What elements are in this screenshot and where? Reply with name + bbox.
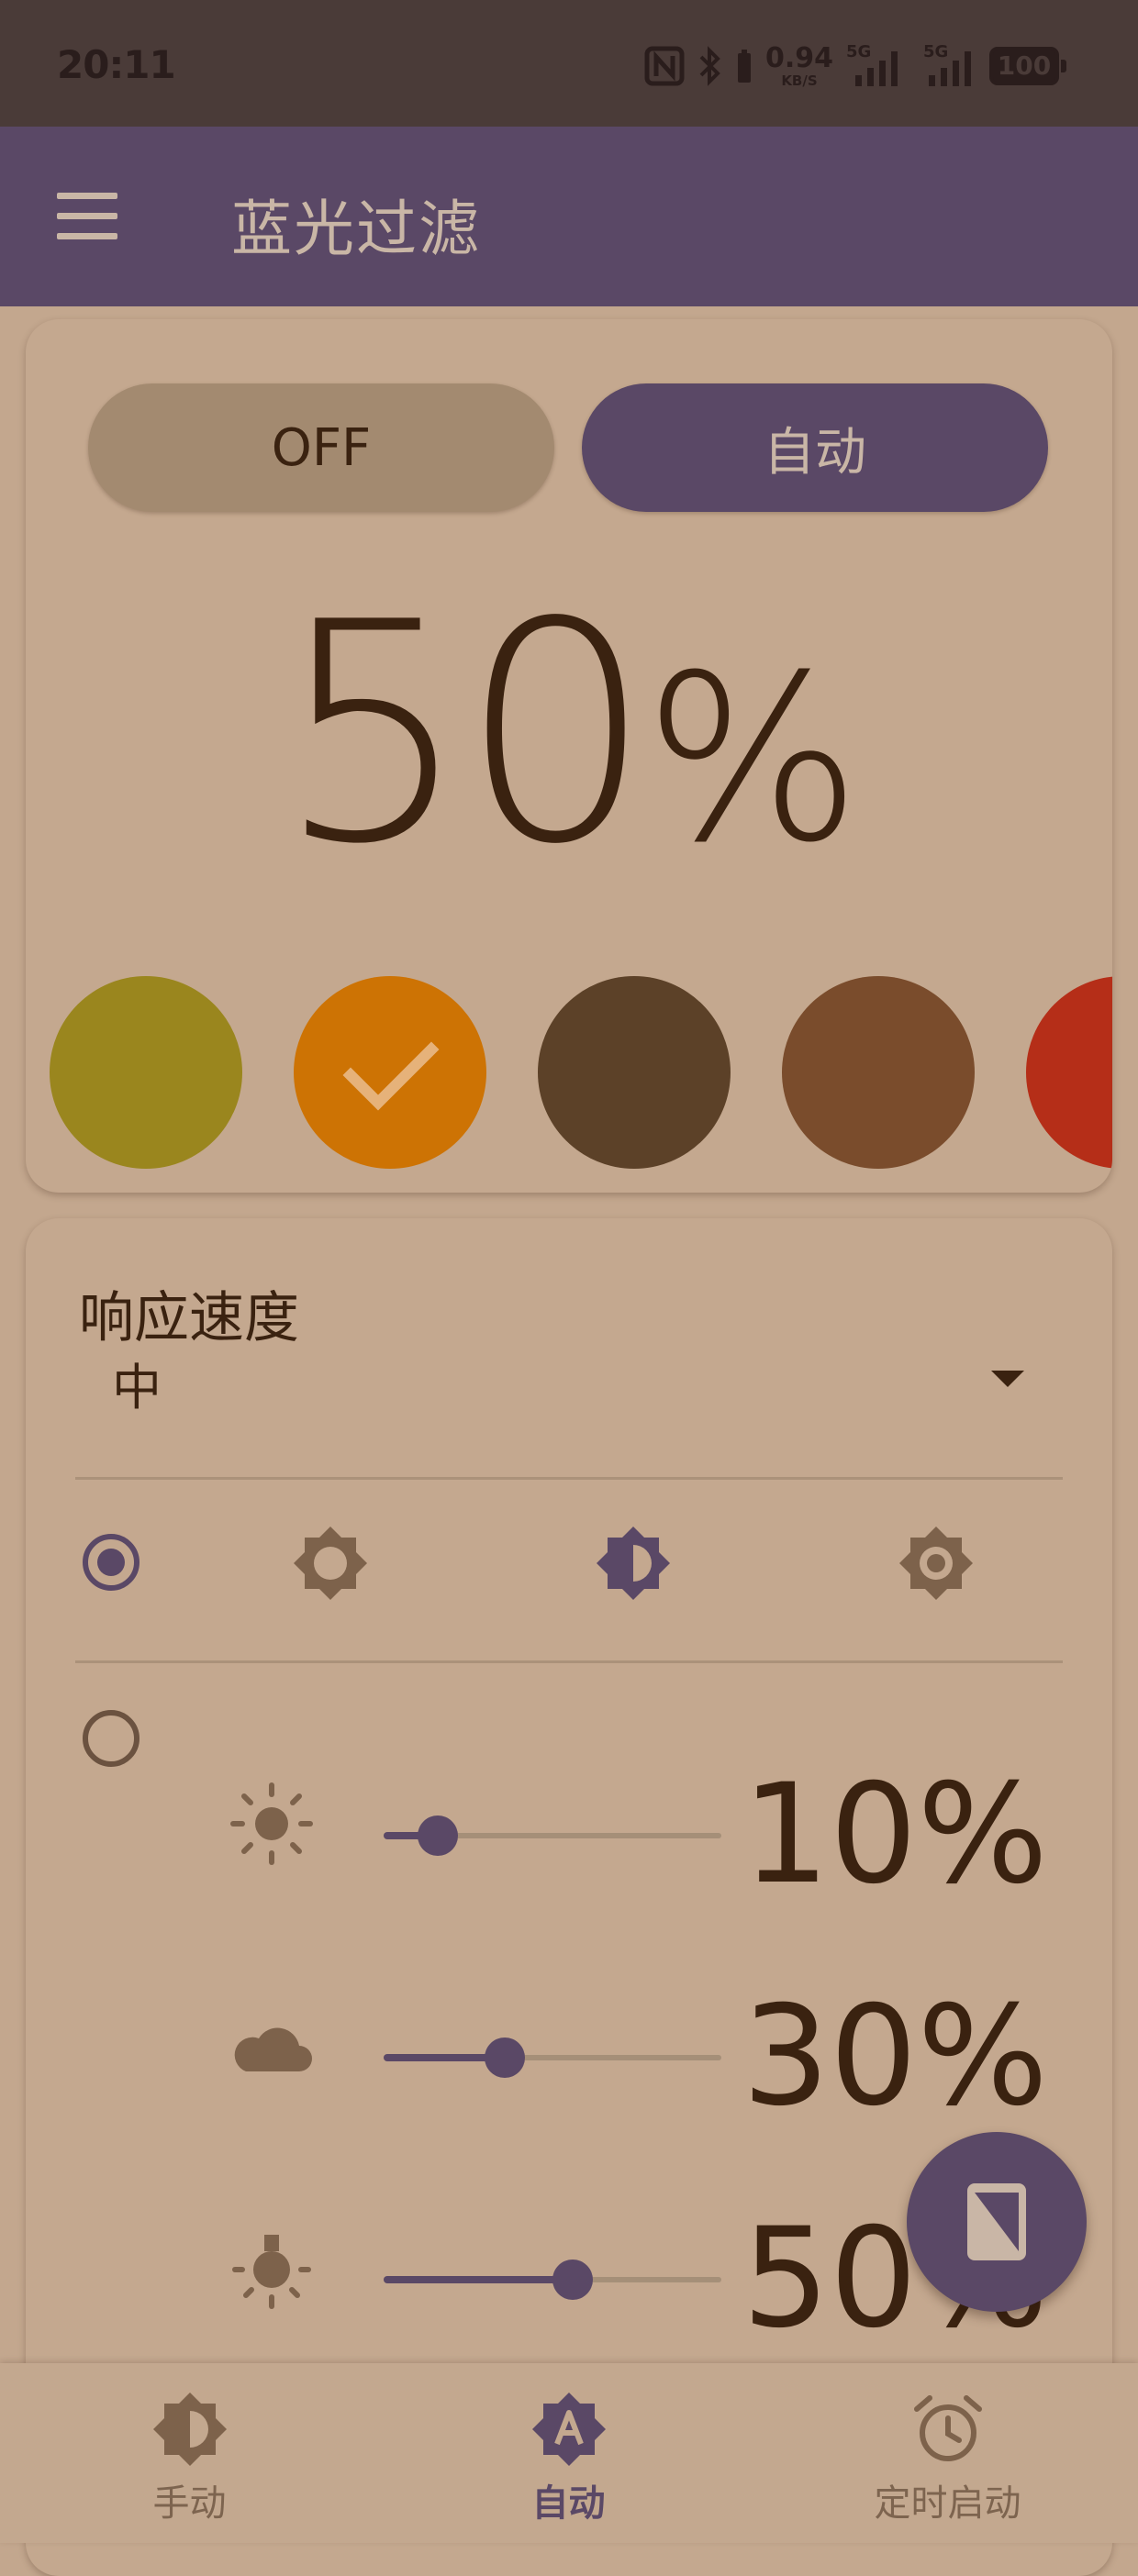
color-swatch-red[interactable] — [1026, 976, 1112, 1169]
lamp-icon — [232, 2235, 311, 2309]
bluetooth-icon — [699, 46, 720, 86]
page-title: 蓝光过滤 — [231, 194, 481, 264]
battery-icon: 100 — [989, 47, 1066, 85]
slider-thumb[interactable] — [485, 2037, 525, 2078]
status-bar: 20:11 0.94 KB/S 5G 5G 100 — [0, 0, 1138, 127]
nav-auto-label: 自动 — [531, 2482, 606, 2525]
signal-icon-sim2: 5G — [916, 42, 976, 86]
level-slider-2[interactable] — [384, 2029, 721, 2084]
screen-filter-icon — [967, 2183, 1026, 2260]
sun-icon — [230, 1782, 313, 1865]
color-swatch-dark-brown[interactable] — [538, 976, 731, 1169]
bottom-navigation: 手动 自动 定时启动 — [0, 2363, 1138, 2543]
battery-saver-icon — [737, 50, 751, 83]
net-speed: 0.94 KB/S — [764, 41, 833, 89]
level-value-2: 30% — [742, 1977, 1048, 2137]
brightness-low-icon[interactable] — [292, 1525, 369, 1602]
filter-card: OFF 自动 50% — [26, 319, 1112, 1193]
contrast-icon — [152, 2393, 227, 2466]
screen-filter-fab[interactable] — [907, 2132, 1087, 2312]
brightness-auto-icon[interactable] — [898, 1525, 975, 1602]
net-speed-value: 0.94 — [764, 41, 833, 74]
brightness-half-icon[interactable] — [595, 1525, 672, 1602]
auto-brightness-icon — [531, 2393, 606, 2466]
level-slider-1[interactable] — [384, 1807, 721, 1862]
slider-fill — [384, 2276, 573, 2283]
nav-manual-label: 手动 — [152, 2482, 227, 2525]
alarm-clock-icon — [913, 2395, 982, 2461]
cloud-icon — [234, 2027, 312, 2071]
response-speed-label: 响应速度 — [79, 1286, 299, 1350]
signal-icon-sim1: 5G — [846, 42, 903, 86]
nav-auto[interactable]: 自动 — [379, 2363, 758, 2543]
filter-percent: 50% — [26, 558, 1112, 910]
color-swatch-yellow[interactable] — [50, 976, 242, 1169]
divider — [75, 1660, 1063, 1663]
color-swatch-orange[interactable] — [294, 976, 486, 1169]
off-button[interactable]: OFF — [88, 383, 554, 512]
nav-schedule[interactable]: 定时启动 — [758, 2363, 1137, 2543]
status-time: 20:11 — [57, 42, 176, 87]
nfc-icon — [644, 46, 685, 86]
dropdown-arrow-icon — [991, 1371, 1024, 1387]
nav-manual[interactable]: 手动 — [0, 2363, 379, 2543]
response-speed-value: 中 — [112, 1359, 162, 1416]
slider-thumb[interactable] — [552, 2260, 593, 2300]
filter-percent-value: 50 — [276, 558, 653, 910]
app-bar: 蓝光过滤 — [0, 127, 1138, 306]
filter-percent-sign: % — [643, 626, 862, 893]
slider-thumb[interactable] — [418, 1815, 458, 1856]
auto-button[interactable]: 自动 — [582, 383, 1048, 512]
color-swatch-brown[interactable] — [782, 976, 975, 1169]
level-value-1: 10% — [742, 1755, 1048, 1915]
net-speed-unit: KB/S — [781, 72, 818, 89]
nav-schedule-label: 定时启动 — [874, 2482, 1021, 2525]
levels-radio[interactable] — [83, 1710, 139, 1767]
divider — [75, 1477, 1063, 1480]
status-icons: 0.94 KB/S 5G 5G 100 — [644, 40, 1066, 92]
response-speed-dropdown[interactable]: 中 — [79, 1347, 1088, 1416]
level-slider-3[interactable] — [384, 2251, 721, 2306]
mode-radio-1[interactable] — [83, 1534, 139, 1591]
hamburger-menu-icon[interactable] — [57, 193, 119, 240]
check-icon — [342, 1041, 440, 1111]
